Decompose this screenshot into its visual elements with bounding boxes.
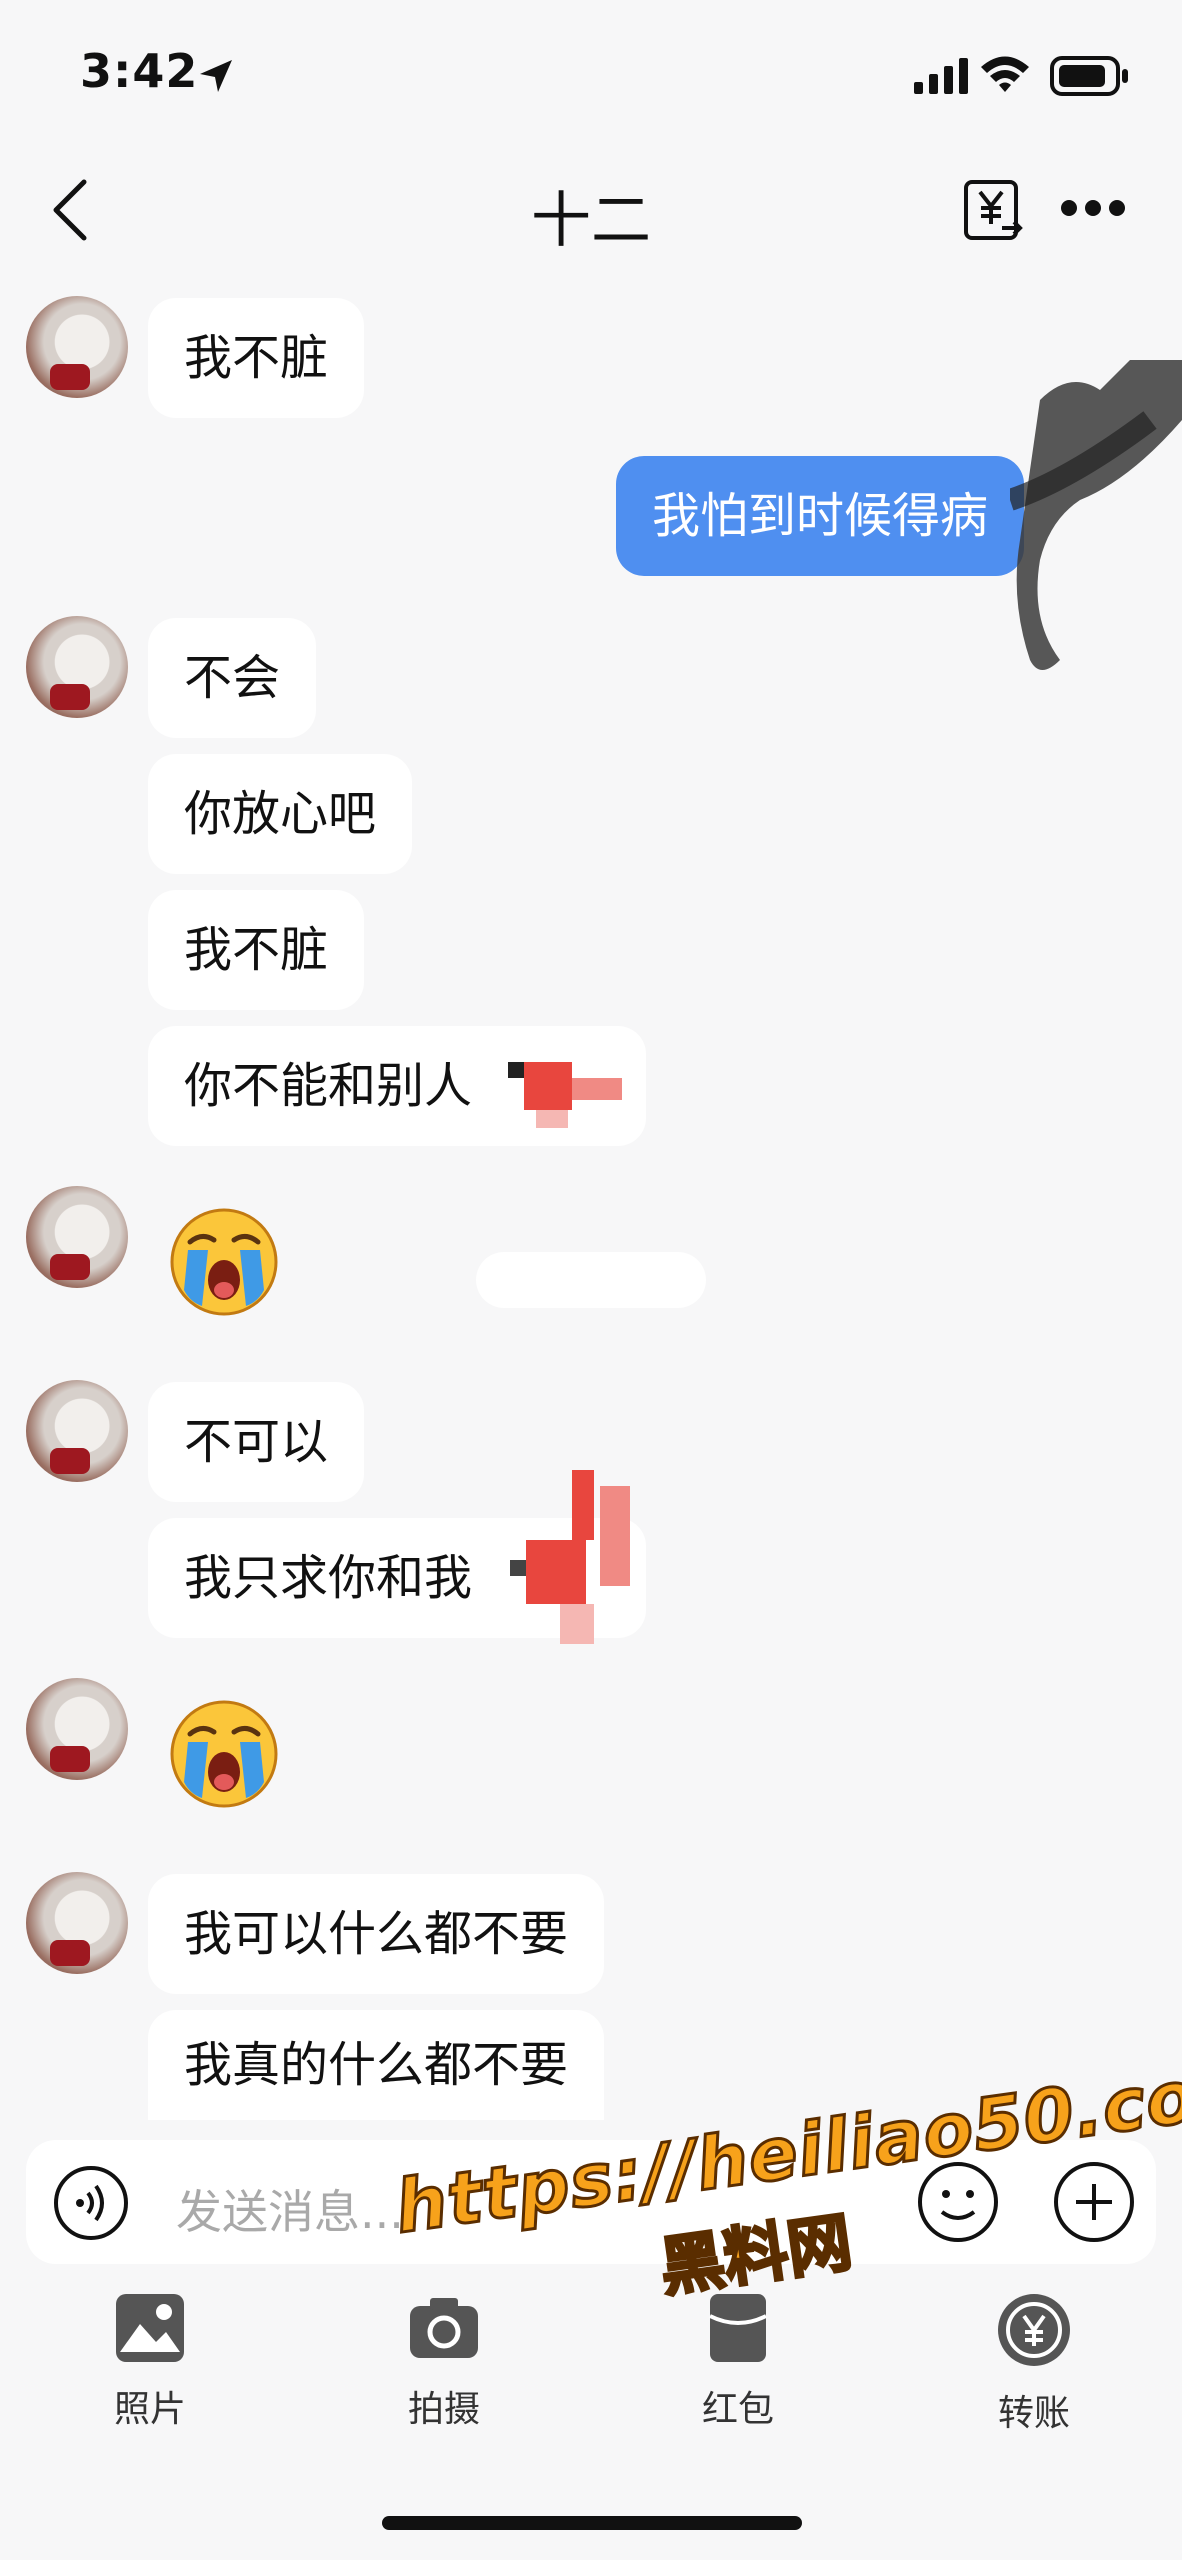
photo-label: 照片	[113, 2389, 186, 2430]
incoming-message: 我不脏	[148, 298, 365, 418]
mosaic-pixel	[600, 1486, 630, 1586]
incoming-message: 你放心吧	[148, 754, 413, 874]
mosaic-pixel	[560, 1604, 594, 1644]
mosaic-pixel	[510, 1560, 526, 1576]
mosaic-pixel	[536, 1110, 568, 1128]
red-packet-button[interactable]: 红包	[658, 2290, 818, 2432]
contact-avatar[interactable]	[26, 616, 128, 718]
message-text: 你不能和别人	[184, 1058, 473, 1114]
mosaic-pixel	[508, 1062, 524, 1078]
mosaic-pixel	[572, 1470, 594, 1540]
crying-face-emoji-icon	[170, 1208, 278, 1316]
mosaic-pixel	[526, 1540, 586, 1604]
outgoing-message: 我怕到时候得病	[615, 456, 1024, 576]
battery-icon	[1050, 56, 1128, 96]
incoming-message: 不可以	[148, 1382, 365, 1502]
photo-icon	[116, 2294, 184, 2362]
redaction-patch	[476, 1252, 706, 1308]
mosaic-pixel	[572, 1078, 622, 1100]
status-time: 3:42	[80, 44, 199, 98]
incoming-message: 我不脏	[148, 890, 365, 1010]
chat-header: 十二	[0, 150, 1182, 270]
message-input[interactable]: 发送消息...	[176, 2176, 404, 2242]
more-options-icon[interactable]	[1060, 198, 1126, 218]
incoming-message: 不会	[148, 618, 317, 738]
home-indicator[interactable]	[382, 2516, 802, 2530]
contact-avatar[interactable]	[26, 1380, 128, 1482]
contact-avatar[interactable]	[26, 1678, 128, 1780]
incoming-message: 我真的什么都不要	[148, 2010, 605, 2120]
voice-input-icon[interactable]	[52, 2164, 130, 2242]
transfer-coin-icon	[998, 2294, 1070, 2366]
censor-brush-stroke	[1010, 360, 1182, 670]
location-arrow-icon	[200, 60, 232, 92]
incoming-message: 我可以什么都不要	[148, 1874, 605, 1994]
message-text: 我只求你和我	[184, 1550, 473, 1606]
cellular-signal-icon	[914, 58, 968, 94]
camera-label: 拍摄	[407, 2389, 480, 2430]
contact-avatar[interactable]	[26, 1872, 128, 1974]
status-bar: 3:42	[0, 0, 1182, 150]
photo-button[interactable]: 照片	[70, 2290, 230, 2432]
wifi-icon	[981, 56, 1029, 92]
transfer-label: 转账	[997, 2393, 1070, 2434]
contact-avatar[interactable]	[26, 1186, 128, 1288]
contact-avatar[interactable]	[26, 296, 128, 398]
transfer-money-icon[interactable]	[962, 178, 1024, 242]
transfer-button[interactable]: 转账	[954, 2290, 1114, 2436]
crying-face-emoji-icon	[170, 1700, 278, 1808]
mosaic-pixel	[524, 1062, 572, 1110]
red-packet-label: 红包	[701, 2389, 774, 2430]
